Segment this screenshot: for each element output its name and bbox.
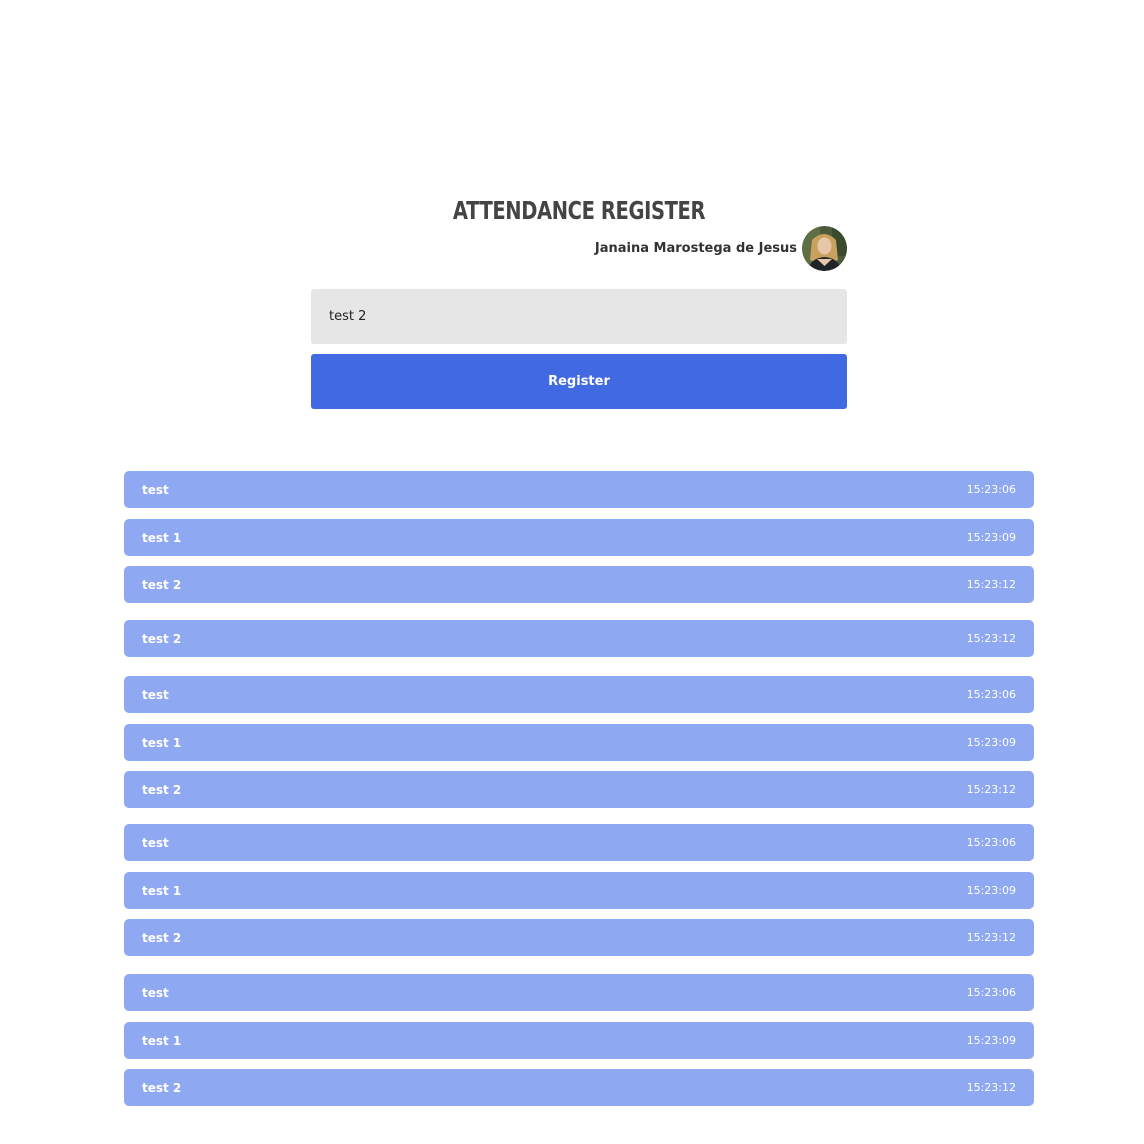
list-item-time: 15:23:09 — [966, 884, 1016, 897]
list-item-time: 15:23:12 — [966, 1081, 1016, 1094]
list-item-time: 15:23:12 — [966, 931, 1016, 944]
list-item-label: test 2 — [142, 930, 182, 945]
list-item-label: test 1 — [142, 530, 182, 545]
list-item-label: test 2 — [142, 1080, 182, 1095]
list-item-label: test 2 — [142, 782, 182, 797]
list-item-label: test 1 — [142, 883, 182, 898]
list-item: test 15:23:06 — [124, 676, 1034, 713]
list-item-time: 15:23:06 — [966, 688, 1016, 701]
list-item: test 2 15:23:12 — [124, 771, 1034, 808]
list-item: test 15:23:06 — [124, 824, 1034, 861]
list-item-time: 15:23:06 — [966, 836, 1016, 849]
list-item: test 1 15:23:09 — [124, 724, 1034, 761]
list-item-time: 15:23:12 — [966, 578, 1016, 591]
list-item: test 1 15:23:09 — [124, 1022, 1034, 1059]
list-item: test 2 15:23:12 — [124, 620, 1034, 657]
list-item-label: test 1 — [142, 735, 182, 750]
list-item-label: test 2 — [142, 631, 182, 646]
list-item-time: 15:23:09 — [966, 1034, 1016, 1047]
list-item: test 2 15:23:12 — [124, 566, 1034, 603]
list-item-label: test — [142, 482, 169, 497]
list-item-time: 15:23:06 — [966, 986, 1016, 999]
page: Attendance Register Janaina Marostega de… — [0, 0, 1144, 1144]
list-item: test 15:23:06 — [124, 974, 1034, 1011]
list-item-label: test — [142, 687, 169, 702]
list-item-label: test — [142, 835, 169, 850]
attendance-list: test 15:23:06 test 1 15:23:09 test 2 15:23:12… — [124, 0, 1034, 1144]
list-item-time: 15:23:12 — [966, 783, 1016, 796]
list-item: test 2 15:23:12 — [124, 919, 1034, 956]
list-item-time: 15:23:09 — [966, 736, 1016, 749]
list-item-time: 15:23:09 — [966, 531, 1016, 544]
list-item-label: test 1 — [142, 1033, 182, 1048]
list-item-time: 15:23:06 — [966, 483, 1016, 496]
list-item: test 1 15:23:09 — [124, 872, 1034, 909]
list-item-time: 15:23:12 — [966, 632, 1016, 645]
list-item: test 2 15:23:12 — [124, 1069, 1034, 1106]
list-item-label: test 2 — [142, 577, 182, 592]
list-item-label: test — [142, 985, 169, 1000]
list-item: test 1 15:23:09 — [124, 519, 1034, 556]
list-item: test 15:23:06 — [124, 471, 1034, 508]
